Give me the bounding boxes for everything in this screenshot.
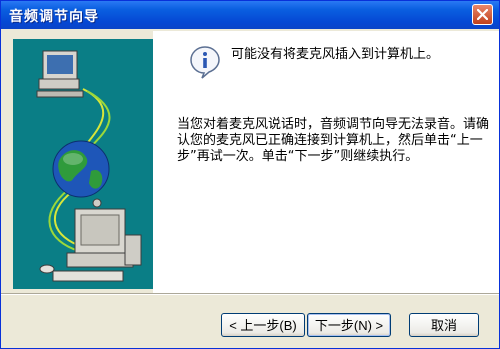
title-bar[interactable]: 音频调节向导 — [1, 1, 499, 29]
cancel-button[interactable]: 取消 — [409, 313, 479, 337]
window-title: 音频调节向导 — [9, 9, 99, 25]
close-icon — [477, 9, 488, 20]
close-button[interactable] — [472, 4, 493, 25]
globe-icon — [52, 140, 110, 198]
computer-icon — [36, 50, 84, 98]
warning-heading: 可能没有将麦克风插入到计算机上。 — [231, 47, 440, 62]
wizard-illustration — [13, 39, 153, 289]
back-button[interactable]: < 上一步(B) — [221, 313, 305, 337]
next-button[interactable]: 下一步(N) > — [307, 313, 391, 337]
message-text: 当您对着麦克风说话时，音频调节向导无法录音。请确认您的麦克风已正确连接到计算机上… — [177, 117, 490, 164]
content-panel: 可能没有将麦克风插入到计算机上。 当您对着麦克风说话时，音频调节向导无法录音。请… — [153, 31, 499, 293]
info-icon — [190, 46, 220, 79]
separator — [1, 293, 499, 295]
wizard-window: 音频调节向导 可能没有将麦克风插入到计算机上。 当您对着麦克风说话时，音频调节向… — [0, 0, 500, 349]
